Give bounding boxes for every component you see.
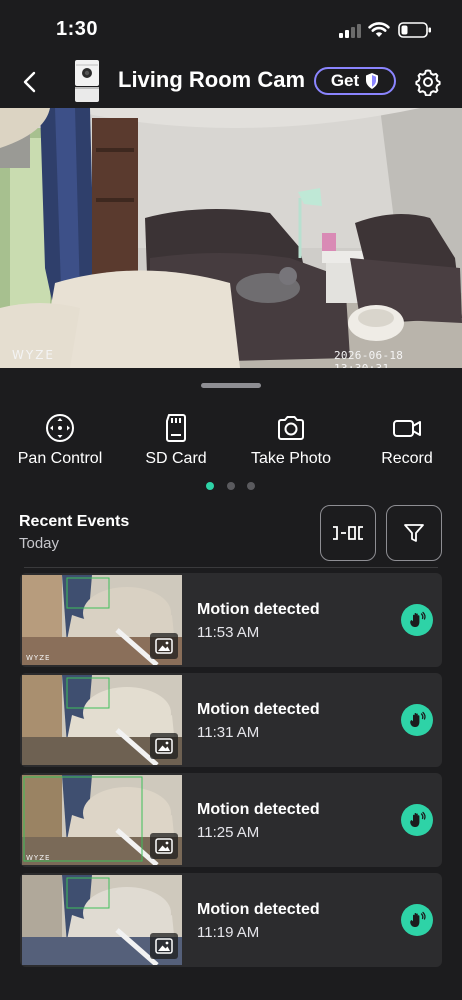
page-dot-active [206, 482, 214, 490]
back-chevron-icon[interactable] [18, 68, 42, 96]
motion-hand-icon [410, 811, 426, 827]
event-title: Motion detected [197, 901, 320, 918]
status-time: 1:30 [56, 18, 99, 40]
event-card[interactable]: WYZE Motion detected 11:53 AM [20, 573, 442, 667]
shield-icon [366, 73, 379, 89]
image-badge [150, 833, 178, 859]
event-time: 11:19 AM [197, 924, 260, 941]
wifi-icon [368, 22, 390, 37]
event-thumbnail[interactable] [22, 875, 182, 965]
battery-icon [398, 22, 431, 38]
page-dot [227, 482, 235, 490]
image-icon [155, 938, 173, 954]
event-card[interactable]: Motion detected 11:19 AM [20, 873, 442, 967]
feed-timestamp: 2026-06-18 13:30:31 [334, 349, 404, 368]
event-title: Motion detected [197, 801, 320, 818]
event-card[interactable]: Motion detected 11:31 AM [20, 673, 442, 767]
motion-badge [401, 804, 433, 836]
thumbnail-watermark: WYZE [26, 654, 51, 662]
event-thumbnail[interactable]: WYZE [22, 575, 182, 665]
settings-gear-icon[interactable] [414, 68, 442, 96]
header: Living Room Cam Get [0, 58, 462, 106]
event-time: 11:25 AM [197, 824, 260, 841]
timeline-view-button[interactable] [320, 505, 376, 561]
image-badge [150, 633, 178, 659]
camera-feed-image [0, 108, 462, 368]
camera-icon [278, 416, 304, 440]
image-icon [155, 638, 173, 654]
image-icon [155, 738, 173, 754]
event-title: Motion detected [197, 701, 320, 718]
motion-hand-icon [410, 711, 426, 727]
filter-icon [404, 524, 424, 542]
motion-hand-icon [410, 611, 426, 627]
record-label: Record [381, 450, 433, 467]
event-thumbnail[interactable] [22, 675, 182, 765]
wyze-watermark: WYZE [12, 348, 55, 362]
get-subscription-button[interactable]: Get [314, 67, 396, 95]
motion-hand-icon [410, 911, 426, 927]
take-photo-label: Take Photo [250, 450, 332, 467]
camera-title: Living Room Cam [118, 67, 306, 92]
live-camera-feed[interactable]: WYZE 2026-06-18 13:30:31 [0, 108, 462, 368]
pan-control-label: Pan Control [17, 450, 103, 467]
event-time: 11:31 AM [197, 724, 260, 741]
image-badge [150, 733, 178, 759]
divider [24, 567, 438, 568]
get-label: Get [330, 71, 360, 90]
event-title: Motion detected [197, 601, 320, 618]
sd-card-icon [166, 414, 186, 442]
image-icon [155, 838, 173, 854]
page-indicator [206, 482, 258, 492]
image-badge [150, 933, 178, 959]
event-thumbnail[interactable]: WYZE [22, 775, 182, 865]
take-photo-button[interactable]: Take Photo [244, 412, 338, 468]
motion-badge [401, 604, 433, 636]
recent-events-title: Recent Events [19, 513, 130, 530]
record-button[interactable]: Record [372, 412, 442, 468]
sd-card-button[interactable]: SD Card [134, 412, 218, 468]
recent-events-date: Today [19, 535, 60, 552]
cellular-signal-icon [339, 24, 361, 38]
video-record-icon [393, 420, 421, 437]
thumbnail-watermark: WYZE [26, 854, 51, 862]
drag-handle[interactable] [201, 383, 261, 388]
motion-badge [401, 904, 433, 936]
pan-control-icon [46, 414, 74, 442]
pan-control-button[interactable]: Pan Control [12, 412, 108, 468]
filter-button[interactable] [386, 505, 442, 561]
status-bar: 1:30 [0, 0, 462, 58]
camera-device-icon [75, 60, 99, 102]
sd-card-label: SD Card [145, 450, 207, 467]
motion-badge [401, 704, 433, 736]
page-dot [247, 482, 255, 490]
timeline-icon [333, 526, 363, 540]
event-time: 11:53 AM [197, 624, 260, 641]
event-card[interactable]: WYZE Motion detected 11:25 AM [20, 773, 442, 867]
action-bar: Pan Control SD Card Take Photo Record [0, 412, 462, 472]
